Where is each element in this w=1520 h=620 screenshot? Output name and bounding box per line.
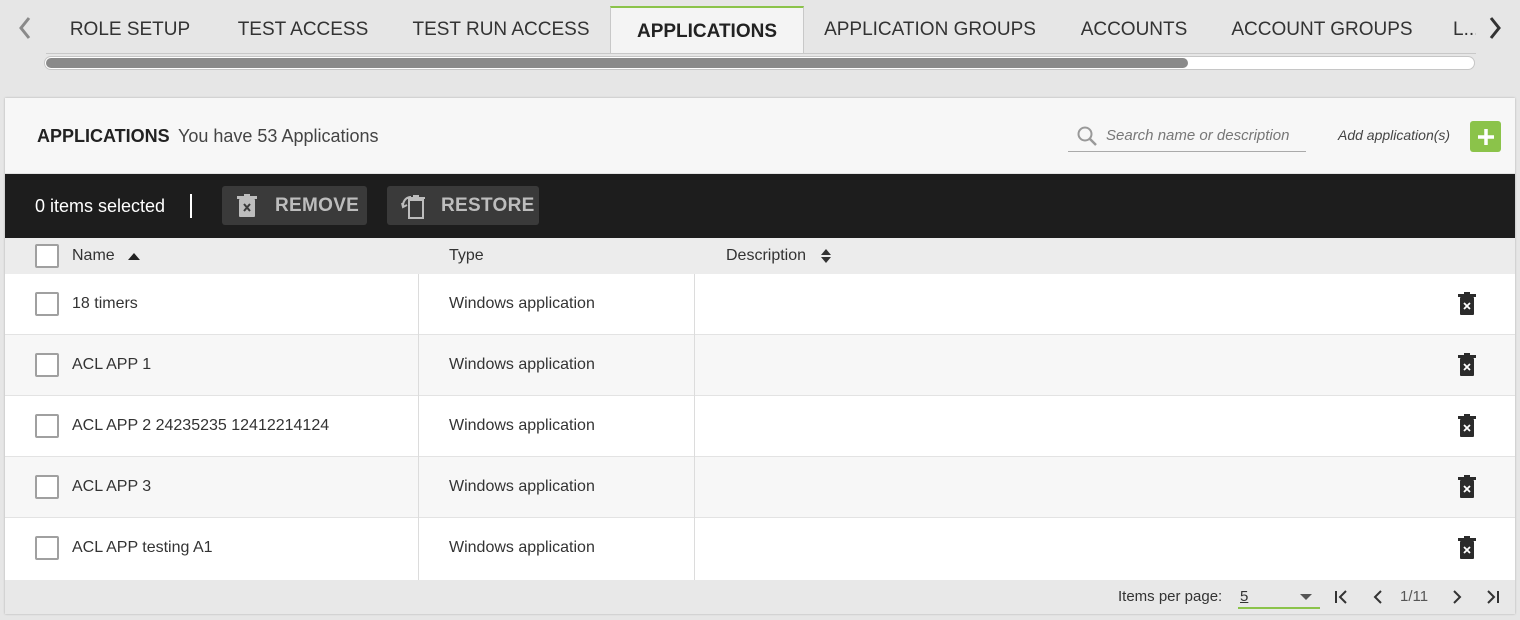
column-divider (418, 274, 419, 580)
search-icon (1077, 126, 1097, 146)
tabs-scroll-right-button[interactable] (1482, 12, 1508, 44)
column-header-type: Type (449, 247, 484, 264)
remove-button[interactable]: REMOVE (222, 186, 367, 225)
last-page-button[interactable] (1481, 586, 1503, 608)
cell-name: ACL APP 1 (72, 356, 152, 373)
delete-icon[interactable] (1458, 475, 1476, 499)
chevron-left-icon (19, 17, 31, 39)
applications-count: You have 53 Applications (178, 126, 379, 146)
tabs-scrollbar-thumb[interactable] (46, 58, 1188, 68)
chevron-right-icon (1453, 590, 1462, 604)
items-per-page-select[interactable]: 5 (1238, 585, 1320, 609)
previous-page-button[interactable] (1367, 586, 1389, 608)
table-row[interactable]: ACL APP 3 Windows application (5, 457, 1515, 518)
tab-role-setup[interactable]: ROLE SETUP (46, 6, 214, 54)
search-input[interactable] (1106, 124, 1301, 146)
delete-icon[interactable] (1458, 414, 1476, 438)
selected-count: 0 items selected (35, 196, 166, 216)
tab-accounts[interactable]: ACCOUNTS (1056, 6, 1212, 54)
restore-icon (401, 195, 425, 219)
cell-type: Windows application (449, 417, 595, 434)
tabs-baseline (46, 53, 1476, 54)
sort-ascending-icon[interactable] (127, 252, 141, 260)
cell-type: Windows application (449, 295, 595, 312)
table-header: Name Type Description (5, 238, 1515, 274)
row-checkbox[interactable] (35, 475, 59, 499)
remove-button-label: REMOVE (275, 195, 360, 216)
tab-strip: ROLE SETUP TEST ACCESS TEST RUN ACCESS A… (0, 0, 1520, 98)
cell-name: ACL APP testing A1 (72, 539, 213, 556)
dropdown-caret-icon (1300, 594, 1312, 600)
row-checkbox[interactable] (35, 414, 59, 438)
cell-name: ACL APP 3 (72, 478, 152, 495)
last-page-icon (1487, 590, 1499, 604)
cell-name: ACL APP 2 24235235 12412214124 (72, 417, 330, 434)
first-page-icon (1335, 590, 1347, 604)
search-box (1068, 118, 1306, 152)
tabs-scroll-left-button[interactable] (12, 12, 38, 44)
first-page-button[interactable] (1331, 586, 1353, 608)
row-checkbox[interactable] (35, 353, 59, 377)
table-row[interactable]: ACL APP 2 24235235 12412214124 Windows a… (5, 396, 1515, 457)
cell-name: 18 timers (72, 295, 138, 312)
table-row[interactable]: ACL APP 1 Windows application (5, 335, 1515, 396)
tabs-scrollbar[interactable] (44, 56, 1475, 70)
delete-icon[interactable] (1458, 353, 1476, 377)
add-application-button[interactable] (1470, 121, 1501, 152)
chevron-left-icon (1373, 590, 1382, 604)
plus-icon (1477, 128, 1494, 145)
restore-button[interactable]: RESTORE (387, 186, 539, 225)
cell-type: Windows application (449, 356, 595, 373)
tab-list: ROLE SETUP TEST ACCESS TEST RUN ACCESS A… (46, 6, 1476, 54)
table-row[interactable]: ACL APP testing A1 Windows application (5, 518, 1515, 579)
selection-action-bar: 0 items selected REMOVE RESTORE (5, 174, 1515, 238)
divider (190, 194, 192, 218)
row-checkbox[interactable] (35, 536, 59, 560)
tab-applications[interactable]: APPLICATIONS (610, 6, 804, 54)
column-header-description[interactable]: Description (726, 247, 806, 265)
row-checkbox[interactable] (35, 292, 59, 316)
sort-unsorted-icon[interactable] (820, 248, 832, 264)
pagination-bar: Items per page: 5 1/11 (5, 580, 1515, 614)
applications-panel: APPLICATIONS You have 53 Applications Ad… (5, 98, 1515, 614)
table-row[interactable]: 18 timers Windows application (5, 274, 1515, 335)
cell-type: Windows application (449, 539, 595, 556)
tab-test-run-access[interactable]: TEST RUN ACCESS (392, 6, 610, 54)
items-per-page-value: 5 (1240, 588, 1249, 605)
column-header-name[interactable]: Name (72, 247, 115, 265)
page-indicator: 1/11 (1400, 588, 1429, 605)
chevron-right-icon (1489, 17, 1501, 39)
page-title: APPLICATIONS (37, 126, 170, 146)
next-page-button[interactable] (1446, 586, 1468, 608)
tab-application-groups[interactable]: APPLICATION GROUPS (804, 6, 1056, 54)
delete-icon[interactable] (1458, 536, 1476, 560)
tab-overflow[interactable]: L... (1453, 6, 1476, 54)
panel-header: APPLICATIONS You have 53 Applications Ad… (5, 98, 1515, 174)
tab-test-access[interactable]: TEST ACCESS (214, 6, 392, 54)
trash-icon (237, 194, 257, 217)
delete-icon[interactable] (1458, 292, 1476, 316)
restore-button-label: RESTORE (441, 195, 535, 216)
cell-type: Windows application (449, 478, 595, 495)
column-divider (694, 274, 695, 580)
add-applications-label[interactable]: Add application(s) (1338, 127, 1450, 143)
select-all-checkbox[interactable] (35, 244, 59, 268)
items-per-page-label: Items per page: (1118, 588, 1223, 605)
tab-account-groups[interactable]: ACCOUNT GROUPS (1212, 6, 1432, 54)
